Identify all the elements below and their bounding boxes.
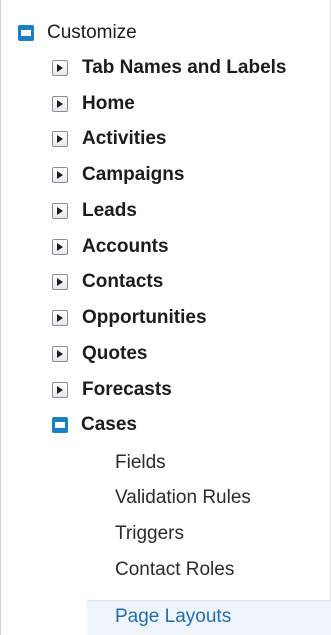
tree-node-label: Contacts bbox=[82, 271, 164, 292]
tree-leaf-label: Fields bbox=[115, 452, 166, 473]
setup-tree-panel: Customize Tab Names and Labels Home Acti… bbox=[0, 0, 331, 635]
tree-node-activities[interactable]: Activities bbox=[52, 124, 166, 154]
tree-node-label: Quotes bbox=[82, 343, 148, 364]
tree-node-label: Campaigns bbox=[82, 164, 185, 185]
expand-toggle-icon[interactable] bbox=[52, 167, 68, 183]
tree-node-tab-names-and-labels[interactable]: Tab Names and Labels bbox=[52, 53, 287, 83]
tree-leaf-fields[interactable]: Fields bbox=[115, 448, 166, 478]
expand-toggle-icon[interactable] bbox=[52, 274, 68, 290]
tree-leaf-validation-rules[interactable]: Validation Rules bbox=[115, 483, 251, 513]
tree-node-quotes[interactable]: Quotes bbox=[52, 339, 147, 369]
tree-leaf-page-layouts[interactable]: Page Layouts bbox=[115, 602, 231, 632]
tree-node-home[interactable]: Home bbox=[52, 89, 135, 119]
tree-node-label: Home bbox=[82, 93, 135, 114]
expand-toggle-icon[interactable] bbox=[52, 346, 68, 362]
tree-leaf-label: Page Layouts bbox=[115, 606, 232, 627]
tree-leaf-label: Validation Rules bbox=[115, 487, 251, 508]
expand-toggle-icon[interactable] bbox=[52, 60, 68, 76]
tree-node-label: Activities bbox=[82, 128, 167, 149]
tree-node-label: Opportunities bbox=[82, 307, 207, 328]
collapse-toggle-icon[interactable] bbox=[18, 25, 34, 41]
tree-leaf-label: Contact Roles bbox=[115, 559, 235, 580]
expand-toggle-icon[interactable] bbox=[52, 310, 68, 326]
tree-node-label: Tab Names and Labels bbox=[82, 57, 287, 78]
tree-node-forecasts[interactable]: Forecasts bbox=[52, 375, 172, 405]
expand-toggle-icon[interactable] bbox=[52, 239, 68, 255]
tree-node-customize[interactable]: Customize bbox=[18, 18, 137, 48]
expand-toggle-icon[interactable] bbox=[52, 203, 68, 219]
tree-node-accounts[interactable]: Accounts bbox=[52, 232, 169, 262]
tree-node-label: Customize bbox=[47, 22, 137, 43]
tree-node-opportunities[interactable]: Opportunities bbox=[52, 303, 207, 333]
tree-node-label: Forecasts bbox=[82, 379, 172, 400]
collapse-toggle-icon[interactable] bbox=[52, 417, 68, 433]
expand-toggle-icon[interactable] bbox=[52, 131, 68, 147]
tree-leaf-label: Triggers bbox=[115, 523, 184, 544]
tree-node-label: Leads bbox=[82, 200, 137, 221]
tree-node-campaigns[interactable]: Campaigns bbox=[52, 160, 184, 190]
tree-node-contacts[interactable]: Contacts bbox=[52, 267, 163, 297]
tree-leaf-contact-roles[interactable]: Contact Roles bbox=[115, 555, 234, 585]
tree-node-label: Accounts bbox=[82, 236, 169, 257]
expand-toggle-icon[interactable] bbox=[52, 96, 68, 112]
expand-toggle-icon[interactable] bbox=[52, 382, 68, 398]
tree-node-cases[interactable]: Cases bbox=[52, 410, 137, 440]
tree-node-leads[interactable]: Leads bbox=[52, 196, 137, 226]
tree-node-label: Cases bbox=[81, 414, 137, 435]
tree-leaf-triggers[interactable]: Triggers bbox=[115, 519, 184, 549]
